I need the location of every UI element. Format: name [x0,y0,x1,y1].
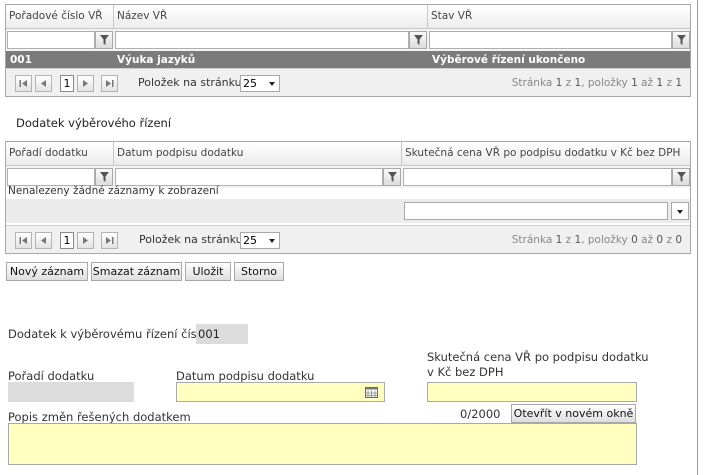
open-new-window-button[interactable]: Otevřít v novém okně [511,404,636,423]
grid-vyberova-rizeni: Pořadové číslo VŘ Název VŘ Stav VŘ 001 V… [5,4,691,97]
page-divider [697,0,698,475]
cancel-button[interactable]: Storno [234,262,284,281]
cena-input[interactable] [427,382,637,402]
filter-icon [677,172,686,182]
empty-message: Nenalezeny žádné záznamy k zobrazení [8,185,219,197]
chevron-down-icon [269,239,275,243]
datum-label: Datum podpisu dodatku [176,369,315,383]
column-header-stav[interactable]: Stav VŘ [428,5,690,29]
per-page-select[interactable]: 25 [240,75,280,92]
column-header-poradi[interactable]: Pořadí dodatku [6,142,114,166]
last-page-button[interactable] [101,232,118,249]
prev-page-icon [41,237,46,244]
cena-label-line2: v Kč bez DPH [427,365,504,379]
prev-page-icon [41,80,46,87]
filter-icon [100,172,109,182]
filter-input-cena[interactable] [403,168,672,186]
filter-icon [414,35,423,45]
filter-row [6,29,690,51]
cena-label-line1: Skutečná cena VŘ po podpisu dodatku [427,350,649,364]
per-page-label: Položek na stránku [139,233,243,246]
filter-button[interactable] [672,168,690,186]
page-number[interactable]: 1 [60,232,74,249]
grid-header: Pořadí dodatku Datum podpisu dodatku Sku… [6,142,690,166]
last-page-button[interactable] [101,75,118,92]
first-page-icon [19,80,27,87]
pager-info: Stránka 1 z 1, položky 1 až 1 z 1 [511,77,682,89]
next-page-icon [83,237,88,244]
column-header-cislo[interactable]: Pořadové číslo VŘ [6,5,114,29]
poradi-label: Pořadí dodatku [8,369,95,383]
column-header-cena[interactable]: Skutečná cena VŘ po podpisu dodatku v Kč… [402,142,690,166]
last-page-icon [106,80,114,87]
first-page-button[interactable] [15,232,32,249]
calendar-icon[interactable] [365,387,378,398]
dodatek-cislo-label: Dodatek k výběrovému řízení číslo: [8,327,211,341]
filter-button[interactable] [383,168,401,186]
delete-record-button[interactable]: Smazat záznam [91,262,182,281]
row-select[interactable] [404,202,668,220]
next-page-button[interactable] [77,75,94,92]
next-page-icon [83,80,88,87]
next-page-button[interactable] [77,232,94,249]
per-page-select[interactable]: 25 [240,232,280,249]
page-number[interactable]: 1 [60,75,74,92]
popis-counter: 0/2000 [460,407,501,421]
empty-row [6,199,690,223]
filter-input-poradi[interactable] [7,168,95,186]
chevron-down-icon [677,210,683,214]
filter-icon [388,172,397,182]
filter-icon [100,35,109,45]
per-page-label: Položek na stránku [138,76,242,89]
save-button[interactable]: Uložit [185,262,231,281]
filter-input-datum[interactable] [115,168,383,186]
column-header-nazev[interactable]: Název VŘ [114,5,428,29]
filter-input-stav[interactable] [429,31,672,49]
grid-dodatky: Pořadí dodatku Datum podpisu dodatku Sku… [5,141,691,254]
column-header-datum[interactable]: Datum podpisu dodatku [114,142,402,166]
per-page-value: 25 [243,234,257,247]
filter-button[interactable] [95,31,113,49]
last-page-icon [106,237,114,244]
filter-button[interactable] [672,31,690,49]
pager: 1 Položek na stránku 25 Stránka 1 z 1, p… [6,68,690,96]
datum-input[interactable] [176,382,385,402]
popis-label: Popis změn řešených dodatkem [8,410,191,424]
filter-icon [677,35,686,45]
row-select-button[interactable] [671,202,689,220]
dodatek-cislo-field: 001 [196,324,248,344]
grid-header: Pořadové číslo VŘ Název VŘ Stav VŘ [6,5,690,29]
filter-button[interactable] [95,168,113,186]
filter-button[interactable] [409,31,427,49]
per-page-value: 25 [243,77,257,90]
prev-page-button[interactable] [35,232,52,249]
dodatek-cislo-value: 001 [198,327,220,341]
first-page-button[interactable] [15,75,32,92]
chevron-down-icon [269,82,275,86]
section-title-dodatek: Dodatek výběrového řízení [16,116,172,130]
filter-input-nazev[interactable] [115,31,409,49]
pager-info: Stránka 1 z 1, položky 0 až 0 z 0 [511,234,682,246]
popis-textarea[interactable] [8,423,637,465]
pager: 1 Položek na stránku 25 Stránka 1 z 1, p… [6,225,690,253]
first-page-icon [19,237,27,244]
filter-input-cislo[interactable] [7,31,95,49]
new-record-button[interactable]: Nový záznam [6,262,88,281]
prev-page-button[interactable] [35,75,52,92]
poradi-field [8,382,134,402]
